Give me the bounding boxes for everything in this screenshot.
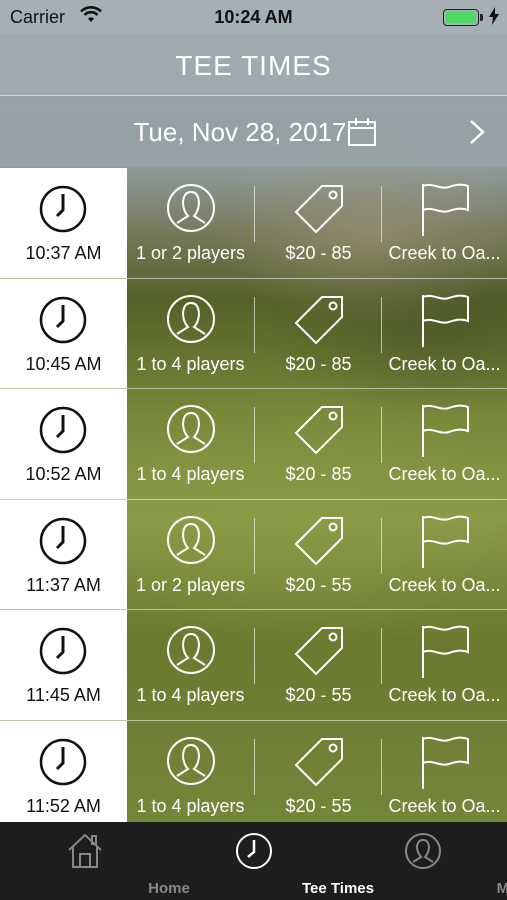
clock-icon: [38, 184, 88, 239]
price-cell: $20 - 85: [255, 389, 382, 499]
tee-time-label: 11:52 AM: [26, 795, 101, 816]
battery-icon: [443, 9, 479, 26]
battery-tip: [480, 14, 483, 21]
person-icon: [165, 514, 217, 571]
tee-time-label: 10:45 AM: [25, 353, 102, 374]
flag-icon: [418, 182, 472, 243]
tab-bar: Home Tee Times Me: [0, 822, 507, 900]
price-label: $20 - 55: [285, 685, 352, 706]
tee-time-cell[interactable]: 11:37 AM: [0, 499, 127, 610]
tab-me-label: Me: [496, 880, 507, 897]
person-icon: [165, 293, 217, 350]
players-label: 1 to 4 players: [136, 353, 245, 374]
players-cell: 1 or 2 players: [127, 168, 254, 278]
tee-time-row[interactable]: 11:45 AM 1 to 4 players $20 - 55 Creek t…: [0, 610, 507, 721]
clock-icon: [38, 626, 88, 681]
course-cell: Creek to Oa...: [382, 279, 507, 389]
price-label: $20 - 55: [285, 574, 352, 595]
person-icon: [165, 403, 217, 460]
page-title: TEE TIMES: [175, 50, 332, 81]
price-label: $20 - 85: [285, 243, 352, 263]
price-label: $20 - 85: [285, 353, 352, 374]
clock-icon: [38, 405, 88, 460]
course-cell: Creek to Oa...: [382, 168, 507, 278]
price-tag-icon: [292, 403, 346, 462]
price-tag-icon: [292, 624, 346, 683]
price-tag-icon: [292, 514, 346, 573]
tee-time-row[interactable]: 10:45 AM 1 to 4 players $20 - 85 Creek t…: [0, 278, 507, 390]
tee-times-list: 10:37 AM 1 or 2 players $20 - 85 Creek t…: [0, 168, 507, 822]
price-cell: $20 - 55: [255, 500, 382, 610]
tee-time-label: 11:45 AM: [26, 685, 101, 706]
date-selector[interactable]: Tue, Nov 28, 2017: [0, 97, 507, 167]
flag-icon: [418, 293, 472, 354]
tee-time-cell[interactable]: 10:45 AM: [0, 278, 127, 389]
course-cell: Creek to Oa...: [382, 610, 507, 720]
course-cell: Creek to Oa...: [382, 500, 507, 610]
tab-tee-times[interactable]: Tee Times: [169, 822, 374, 900]
person-icon: [165, 182, 217, 239]
clock-icon: [235, 832, 273, 875]
nav-header: TEE TIMES: [0, 34, 507, 96]
players-cell: 1 to 4 players: [127, 279, 254, 389]
course-cell: Creek to Oa...: [382, 721, 507, 822]
status-time: 10:24 AM: [214, 7, 293, 27]
price-cell: $20 - 85: [255, 168, 382, 278]
price-cell: $20 - 85: [255, 279, 382, 389]
price-tag-icon: [292, 182, 346, 241]
tee-time-label: 10:37 AM: [25, 243, 102, 263]
tab-home[interactable]: Home: [0, 822, 190, 900]
players-cell: 1 or 2 players: [127, 500, 254, 610]
tee-time-row[interactable]: 11:37 AM 1 or 2 players $20 - 55 Creek t…: [0, 499, 507, 611]
players-cell: 1 to 4 players: [127, 721, 254, 822]
tee-time-cell[interactable]: 10:52 AM: [0, 389, 127, 499]
tee-time-cell[interactable]: 11:45 AM: [0, 610, 127, 720]
price-label: $20 - 55: [285, 795, 352, 816]
clock-icon: [38, 295, 88, 350]
course-label: Creek to Oa...: [388, 464, 501, 485]
course-label: Creek to Oa...: [388, 685, 501, 706]
tee-time-row[interactable]: 10:37 AM 1 or 2 players $20 - 85 Creek t…: [0, 168, 507, 279]
tee-time-cell[interactable]: 11:52 AM: [0, 720, 127, 822]
price-label: $20 - 85: [285, 464, 352, 485]
calendar-icon[interactable]: [347, 117, 377, 152]
players-label: 1 to 4 players: [136, 795, 245, 816]
flag-icon: [418, 735, 472, 796]
clock-icon: [38, 737, 88, 792]
person-icon: [165, 735, 217, 792]
course-label: Creek to Oa...: [388, 795, 501, 816]
players-cell: 1 to 4 players: [127, 610, 254, 720]
players-label: 1 or 2 players: [135, 574, 246, 595]
price-cell: $20 - 55: [255, 610, 382, 720]
tab-me[interactable]: Me: [338, 822, 507, 900]
tee-time-cell[interactable]: 10:37 AM: [0, 168, 127, 278]
tee-time-label: 10:52 AM: [25, 464, 102, 485]
flag-icon: [418, 624, 472, 685]
tee-time-label: 11:37 AM: [26, 574, 101, 595]
course-label: Creek to Oa...: [388, 353, 501, 374]
tee-time-row[interactable]: 11:52 AM 1 to 4 players $20 - 55 Creek t…: [0, 720, 507, 822]
clock-icon: [38, 516, 88, 571]
players-label: 1 to 4 players: [136, 464, 245, 485]
person-icon: [165, 624, 217, 681]
flag-icon: [418, 514, 472, 575]
price-tag-icon: [292, 735, 346, 794]
home-icon: [66, 832, 104, 875]
date-label[interactable]: Tue, Nov 28, 2017: [0, 117, 480, 148]
course-cell: Creek to Oa...: [382, 389, 507, 499]
flag-icon: [418, 403, 472, 464]
players-label: 1 or 2 players: [135, 243, 246, 263]
course-label: Creek to Oa...: [388, 243, 501, 263]
person-icon: [404, 832, 442, 875]
players-label: 1 to 4 players: [136, 685, 245, 706]
course-label: Creek to Oa...: [388, 574, 501, 595]
price-tag-icon: [292, 293, 346, 352]
tee-time-row[interactable]: 10:52 AM 1 to 4 players $20 - 85 Creek t…: [0, 389, 507, 500]
charging-bolt-icon: [489, 7, 499, 30]
next-date-chevron-icon[interactable]: [469, 119, 485, 150]
price-cell: $20 - 55: [255, 721, 382, 822]
status-bar: Carrier 10:24 AM: [0, 0, 507, 34]
players-cell: 1 to 4 players: [127, 389, 254, 499]
